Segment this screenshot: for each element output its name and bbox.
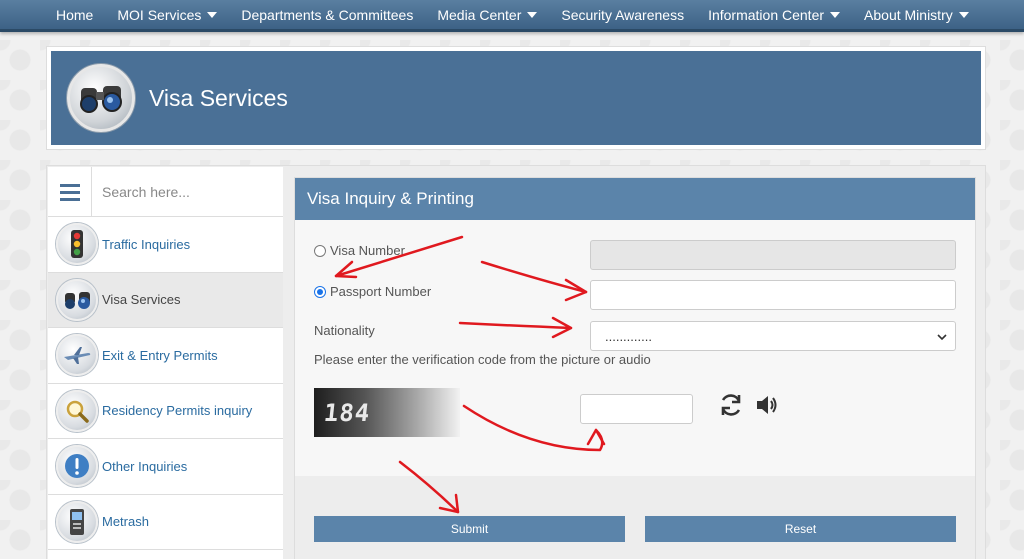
visa-number-input[interactable] <box>590 240 956 270</box>
nav-item-label: MOI Services <box>117 6 202 23</box>
nav-item-label: Security Awareness <box>561 6 685 23</box>
sidebar-item-exit-entry-permits[interactable]: Exit & Entry Permits <box>48 328 283 384</box>
banner-bar: Visa Services <box>51 51 981 145</box>
passport-number-radio[interactable] <box>314 285 326 298</box>
visa-number-label: Visa Number <box>330 243 405 258</box>
passport-number-option[interactable]: Passport Number <box>314 284 431 299</box>
main-content: Traffic Inquiries Visa Services Exit & Ent… <box>46 165 986 559</box>
caret-down-icon <box>830 11 841 18</box>
nav-item-media-center[interactable]: Media Center <box>425 1 549 29</box>
sidebar-item-label: Metrash <box>102 514 149 530</box>
nav-item-security-awareness[interactable]: Security Awareness <box>549 1 696 29</box>
hamburger-menu-icon[interactable] <box>48 167 92 217</box>
nationality-select[interactable]: ............. <box>590 321 956 351</box>
sidebar: Traffic Inquiries Visa Services Exit & Ent… <box>48 167 283 559</box>
traffic-light-icon <box>56 223 98 266</box>
nationality-label-text: Nationality <box>314 323 375 338</box>
nav-item-departments-committees[interactable]: Departments & Committees <box>229 1 425 29</box>
sidebar-item-other-inquiries[interactable]: Other Inquiries <box>48 439 283 495</box>
passport-number-label: Passport Number <box>330 284 432 299</box>
caret-down-icon <box>527 11 538 18</box>
top-nav: Home MOI Services Departments & Committees… <box>0 0 1024 32</box>
passport-number-input[interactable] <box>590 280 956 310</box>
nav-item-label: Media Center <box>437 6 522 23</box>
refresh-icon[interactable] <box>718 392 744 423</box>
visa-number-radio[interactable] <box>314 244 326 257</box>
audio-speaker-icon[interactable] <box>754 392 780 423</box>
verification-hint: Please enter the verification code from … <box>314 352 651 367</box>
sidebar-item-label: Residency Permits inquiry <box>102 403 253 419</box>
sidebar-list: Traffic Inquiries Visa Services Exit & Ent… <box>48 217 283 550</box>
caret-down-icon <box>958 11 969 18</box>
sidebar-item-label: Traffic Inquiries <box>102 236 191 252</box>
submit-button[interactable]: Submit <box>314 516 625 542</box>
sidebar-item-residency-permits-inquiry[interactable]: Residency Permits inquiry <box>48 384 283 439</box>
captcha-image: 184 <box>314 388 460 437</box>
page-banner: Visa Services <box>46 46 986 150</box>
sidebar-item-visa-services[interactable]: Visa Services <box>48 272 283 328</box>
sidebar-search-row <box>48 167 283 217</box>
chevron-down-icon <box>937 329 947 344</box>
captcha-text: 184 <box>322 398 372 427</box>
sidebar-item-label: Visa Services <box>102 292 181 308</box>
sidebar-item-metrash[interactable]: Metrash <box>48 495 283 550</box>
nav-item-moi-services[interactable]: MOI Services <box>105 1 229 29</box>
caret-down-icon <box>207 11 218 18</box>
panel-title: Visa Inquiry & Printing <box>295 178 975 220</box>
sidebar-item-label: Exit & Entry Permits <box>102 347 218 363</box>
form-actions: Submit Reset <box>295 476 975 559</box>
binoculars-icon <box>67 64 135 132</box>
nav-item-home[interactable]: Home <box>44 1 105 29</box>
magnifier-icon <box>56 389 98 432</box>
nav-item-label: Home <box>56 6 94 23</box>
exclamation-icon <box>56 445 98 488</box>
captcha-input[interactable] <box>580 394 693 424</box>
banner-title: Visa Services <box>149 84 288 111</box>
nav-item-about-ministry[interactable]: About Ministry <box>852 1 981 29</box>
nav-item-label: Departments & Committees <box>241 6 414 23</box>
kiosk-icon <box>56 500 98 543</box>
visa-inquiry-panel: Visa Inquiry & Printing Visa Number Pass… <box>294 177 976 559</box>
nationality-select-value: ............. <box>605 328 652 344</box>
binoculars-icon <box>56 278 98 321</box>
nationality-label: Nationality <box>314 323 375 338</box>
reset-button[interactable]: Reset <box>645 516 956 542</box>
airplane-icon <box>56 334 98 377</box>
nav-item-label: About Ministry <box>864 6 953 23</box>
nav-item-information-center[interactable]: Information Center <box>696 1 852 29</box>
visa-number-option[interactable]: Visa Number <box>314 243 405 258</box>
sidebar-item-label: Other Inquiries <box>102 458 188 474</box>
sidebar-item-traffic-inquiries[interactable]: Traffic Inquiries <box>48 217 283 273</box>
nav-item-label: Information Center <box>708 6 825 23</box>
sidebar-search-input[interactable] <box>92 167 283 216</box>
